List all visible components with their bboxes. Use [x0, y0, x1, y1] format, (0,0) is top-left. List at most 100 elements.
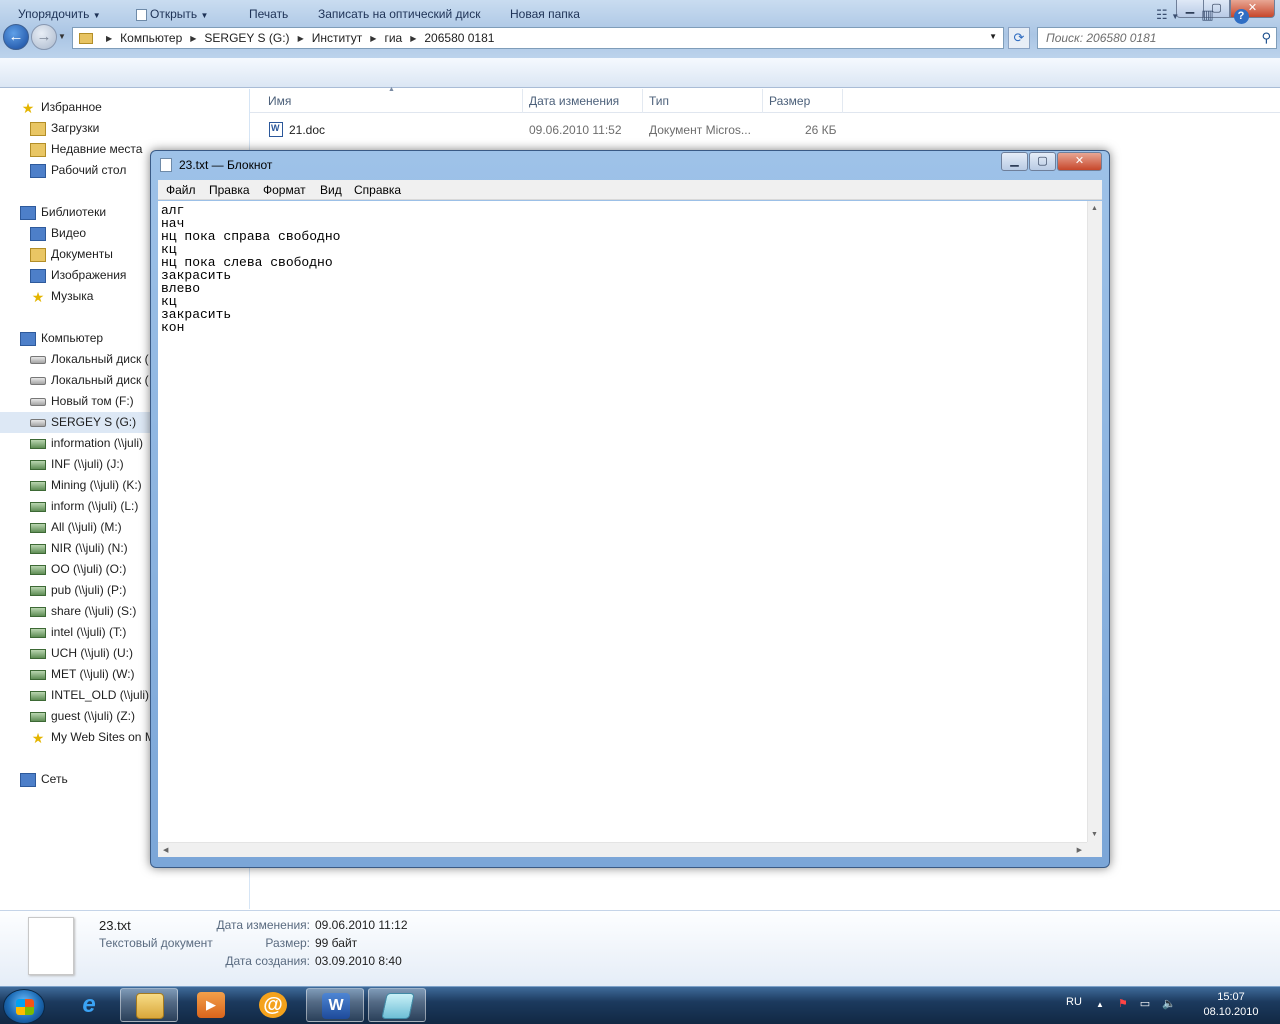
- chevron-down-icon: ▼: [200, 11, 209, 20]
- menu-file[interactable]: Файл: [166, 183, 196, 197]
- column-divider[interactable]: [762, 89, 763, 113]
- size-grip[interactable]: [1087, 842, 1102, 857]
- chevron-right-icon[interactable]: ▶: [298, 34, 304, 43]
- file-row[interactable]: W 21.doc 09.06.2010 11:52 Документ Micro…: [250, 120, 850, 140]
- desktop-icon: [30, 163, 46, 178]
- clock[interactable]: 15:07 08.10.2010: [1194, 990, 1268, 1020]
- refresh-button[interactable]: ⟳: [1008, 27, 1030, 49]
- scroll-up-icon[interactable]: ▲: [1091, 205, 1098, 212]
- taskbar-explorer[interactable]: [120, 988, 178, 1022]
- address-dropdown-icon[interactable]: ▼: [989, 32, 997, 41]
- notepad-menu-bar: Файл Правка Формат Вид Справка: [158, 180, 1102, 200]
- search-icon[interactable]: ⚲: [1261, 30, 1271, 46]
- sidebar-item-label: information (\\juli): [51, 436, 144, 450]
- documents-icon: [30, 247, 46, 262]
- column-header-type[interactable]: Тип: [649, 94, 669, 108]
- sidebar-item-label: Mining (\\juli) (K:): [51, 478, 142, 492]
- sidebar-item[interactable]: ★ Избранное: [0, 97, 248, 118]
- sidebar-item-label: My Web Sites on M: [51, 730, 155, 744]
- new-folder-button[interactable]: Новая папка: [510, 7, 580, 21]
- column-divider[interactable]: [842, 89, 843, 113]
- menu-help[interactable]: Справка: [354, 183, 401, 197]
- msn-icon: ★: [31, 729, 45, 746]
- breadcrumb-item[interactable]: SERGEY S (G:): [204, 31, 289, 45]
- breadcrumb-item[interactable]: Компьютер: [120, 31, 182, 45]
- print-button[interactable]: Печать: [249, 7, 288, 21]
- column-header-size[interactable]: Размер: [769, 94, 810, 108]
- scroll-down-icon[interactable]: ▼: [1091, 831, 1098, 838]
- sidebar-item-label: Музыка: [51, 289, 94, 303]
- sidebar-item-label: Сеть: [41, 772, 68, 786]
- sidebar-item-label: Рабочий стол: [51, 163, 127, 177]
- vertical-scrollbar[interactable]: ▲ ▼: [1087, 201, 1102, 842]
- open-label: Открыть: [150, 7, 198, 21]
- file-type: Документ Micros...: [649, 123, 751, 137]
- network-drive-icon: [30, 459, 46, 470]
- burn-disc-button[interactable]: Записать на оптический диск: [318, 7, 481, 21]
- sidebar-item[interactable]: Загрузки: [0, 118, 248, 139]
- file-name: 21.doc: [289, 123, 326, 137]
- scroll-left-icon[interactable]: ◀: [163, 846, 168, 854]
- network-drive-icon: [30, 543, 46, 554]
- column-header-name[interactable]: Имя: [268, 94, 291, 108]
- column-divider[interactable]: [522, 89, 523, 113]
- menu-format[interactable]: Формат: [263, 183, 306, 197]
- organize-button[interactable]: Упорядочить ▼: [18, 7, 101, 21]
- column-header-date[interactable]: Дата изменения: [529, 94, 619, 108]
- sidebar-item-label: intel (\\juli) (T:): [51, 625, 127, 639]
- taskbar-notepad[interactable]: [368, 988, 426, 1022]
- forward-button[interactable]: →: [31, 24, 57, 50]
- file-date: 09.06.2010 11:52: [529, 123, 622, 137]
- search-input[interactable]: Поиск: 206580 0181 ⚲: [1037, 27, 1277, 49]
- show-hidden-icons-icon[interactable]: ▲: [1096, 1000, 1104, 1009]
- sidebar-item-label: Видео: [51, 226, 87, 240]
- network-icon[interactable]: ▭: [1140, 998, 1150, 1010]
- breadcrumb-item[interactable]: 206580 0181: [424, 31, 494, 45]
- column-divider[interactable]: [642, 89, 643, 113]
- taskbar-media-player[interactable]: ▶: [182, 988, 240, 1022]
- view-options-icon[interactable]: ☷: [1156, 7, 1168, 22]
- details-filename: 23.txt: [99, 918, 131, 933]
- recent-places-icon: [30, 142, 46, 157]
- chevron-down-icon[interactable]: ▼: [1171, 12, 1179, 21]
- notepad-window[interactable]: 23.txt — Блокнот ▁ ▢ ✕ Файл Правка Форма…: [150, 150, 1110, 868]
- chevron-right-icon[interactable]: ▶: [370, 34, 376, 43]
- chevron-right-icon[interactable]: ▶: [190, 34, 196, 43]
- recent-pages-dropdown[interactable]: ▼: [58, 32, 66, 41]
- notepad-minimize-button[interactable]: ▁: [1001, 152, 1028, 171]
- help-icon[interactable]: ?: [1233, 9, 1249, 24]
- sidebar-item-label: Загрузки: [51, 121, 100, 135]
- taskbar-mail-agent[interactable]: @: [244, 988, 302, 1022]
- notepad-title: 23.txt — Блокнот: [179, 158, 273, 172]
- word-icon: W: [322, 993, 350, 1019]
- scroll-right-icon[interactable]: ▶: [1077, 846, 1082, 854]
- system-tray: ▲ ⚑ ▭ 🔈: [1096, 997, 1176, 1010]
- sidebar-item-label: Библиотеки: [41, 205, 107, 219]
- breadcrumb-item[interactable]: гиа: [384, 31, 402, 45]
- horizontal-scrollbar[interactable]: ◀ ▶: [158, 842, 1087, 857]
- taskbar-word[interactable]: W: [306, 988, 364, 1022]
- downloads-icon: [30, 121, 46, 136]
- preview-pane-icon[interactable]: ▥: [1201, 7, 1213, 22]
- notepad-maximize-button[interactable]: ▢: [1029, 152, 1056, 171]
- volume-icon[interactable]: 🔈: [1162, 998, 1176, 1010]
- menu-view[interactable]: Вид: [320, 183, 342, 197]
- action-center-icon[interactable]: ⚑: [1118, 998, 1128, 1010]
- address-bar[interactable]: ▶ Компьютер ▶ SERGEY S (G:) ▶ Институт ▶…: [72, 27, 1004, 49]
- back-button[interactable]: ←: [3, 24, 29, 50]
- chevron-right-icon[interactable]: ▶: [410, 34, 416, 43]
- network-drive-icon: [30, 522, 46, 533]
- word-doc-icon: W: [269, 122, 283, 137]
- menu-edit[interactable]: Правка: [209, 183, 250, 197]
- notepad-text-area[interactable]: алг нач нц пока справа свободно кц нц по…: [158, 201, 1087, 842]
- libraries-icon: [20, 205, 36, 220]
- chevron-right-icon[interactable]: ▶: [106, 34, 112, 43]
- language-indicator[interactable]: RU: [1066, 996, 1082, 1008]
- details-created-value: 03.09.2010 8:40: [315, 954, 402, 968]
- start-button[interactable]: [3, 989, 45, 1024]
- notepad-close-button[interactable]: ✕: [1057, 152, 1102, 171]
- taskbar-internet-explorer[interactable]: e: [60, 988, 118, 1022]
- open-button[interactable]: Открыть ▼: [136, 7, 208, 21]
- drive-icon: [30, 397, 46, 406]
- breadcrumb-item[interactable]: Институт: [312, 31, 363, 45]
